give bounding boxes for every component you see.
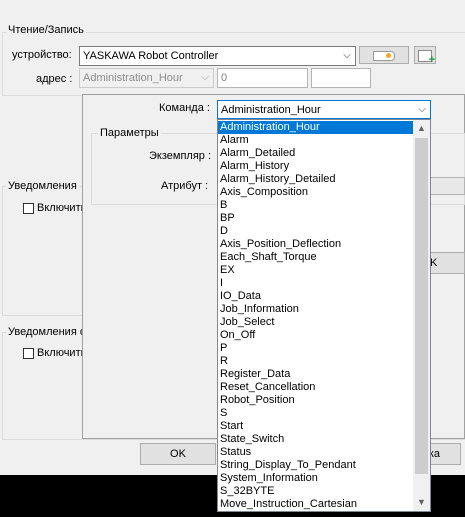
list-item[interactable]: D	[218, 225, 415, 238]
list-item[interactable]: Alarm_Detailed	[218, 147, 415, 160]
device-value: YASKAWA Robot Controller	[83, 50, 219, 62]
address-value: Administration_Hour	[83, 72, 183, 84]
device-label: устройство:	[12, 49, 72, 61]
list-item[interactable]: Move_Instruction_Cartesian	[218, 498, 415, 511]
list-item[interactable]: EX	[218, 264, 415, 277]
list-item[interactable]: IO_Data	[218, 290, 415, 303]
list-item[interactable]: On_Off	[218, 329, 415, 342]
list-item[interactable]: Axis_Composition	[218, 186, 415, 199]
address-number-input[interactable]: 0	[217, 68, 308, 88]
device-combobox[interactable]: YASKAWA Robot Controller ⌵	[79, 46, 356, 66]
chevron-down-icon: ⌵	[201, 72, 209, 83]
list-item[interactable]: Alarm_History	[218, 160, 415, 173]
scroll-up-icon[interactable]: ▲	[413, 120, 430, 137]
list-item[interactable]: Register_Data	[218, 368, 415, 381]
dialog-ok-button[interactable]: K	[428, 252, 465, 274]
chevron-down-icon: ⌵	[343, 50, 351, 61]
list-item[interactable]: Each_Shaft_Torque	[218, 251, 415, 264]
list-item[interactable]: P	[218, 342, 415, 355]
list-item[interactable]: S	[218, 407, 415, 420]
list-item[interactable]: Job_Information	[218, 303, 415, 316]
add-icon: +	[418, 50, 435, 66]
command-combobox[interactable]: Administration_Hour ⌵	[217, 100, 431, 119]
list-scrollbar[interactable]: ▲ ▼	[413, 120, 430, 511]
list-item[interactable]: S_32BYTE	[218, 485, 415, 498]
list-item[interactable]: Alarm	[218, 134, 415, 147]
list-item[interactable]: Job_Select	[218, 316, 415, 329]
device-settings-button[interactable]	[359, 46, 409, 64]
list-item[interactable]: I	[218, 277, 415, 290]
device-add-button[interactable]: +	[414, 46, 436, 66]
list-item[interactable]: BP	[218, 212, 415, 225]
command-value: Administration_Hour	[221, 104, 321, 116]
tag-icon	[373, 51, 395, 61]
read-write-title: Чтение/Запись	[6, 24, 86, 36]
attribute-input[interactable]	[428, 177, 465, 195]
list-item[interactable]: Status	[218, 446, 415, 459]
address-label: адрес :	[36, 73, 73, 85]
command-dropdown-list[interactable]: Administration_Hour Alarm Alarm_Detailed Al…	[217, 119, 431, 512]
parameters-title: Параметры	[98, 127, 161, 139]
address-combobox[interactable]: Administration_Hour ⌵	[79, 68, 214, 88]
invalid-input-enable-checkbox[interactable]	[23, 348, 34, 359]
list-item[interactable]: System_Information	[218, 472, 415, 485]
instance-label: Экземпляр :	[149, 150, 212, 162]
list-item[interactable]: Start	[218, 420, 415, 433]
list-item[interactable]: Axis_Position_Deflection	[218, 238, 415, 251]
scroll-thumb[interactable]	[415, 138, 428, 474]
list-item[interactable]: Robot_Position	[218, 394, 415, 407]
attribute-label: Атрибут :	[161, 180, 209, 192]
notifications-title: Уведомления	[6, 180, 79, 192]
command-label: Команда :	[159, 102, 210, 114]
ok-button[interactable]: OK	[140, 443, 216, 465]
list-item[interactable]: Alarm_History_Detailed	[218, 173, 415, 186]
list-item[interactable]: State_Switch	[218, 433, 415, 446]
chevron-down-icon: ⌵	[418, 104, 426, 115]
list-item[interactable]: Administration_Hour	[218, 121, 415, 134]
list-item[interactable]: Reset_Cancellation	[218, 381, 415, 394]
address-extra-input[interactable]	[311, 68, 371, 88]
scroll-down-icon[interactable]: ▼	[413, 494, 430, 511]
list-item[interactable]: B	[218, 199, 415, 212]
invalid-input-enable-label: Включить	[37, 347, 87, 359]
notifications-enable-checkbox[interactable]	[23, 203, 34, 214]
list-item[interactable]: R	[218, 355, 415, 368]
notifications-enable-label: Включить	[37, 202, 87, 214]
list-item[interactable]: String_Display_To_Pendant	[218, 459, 415, 472]
